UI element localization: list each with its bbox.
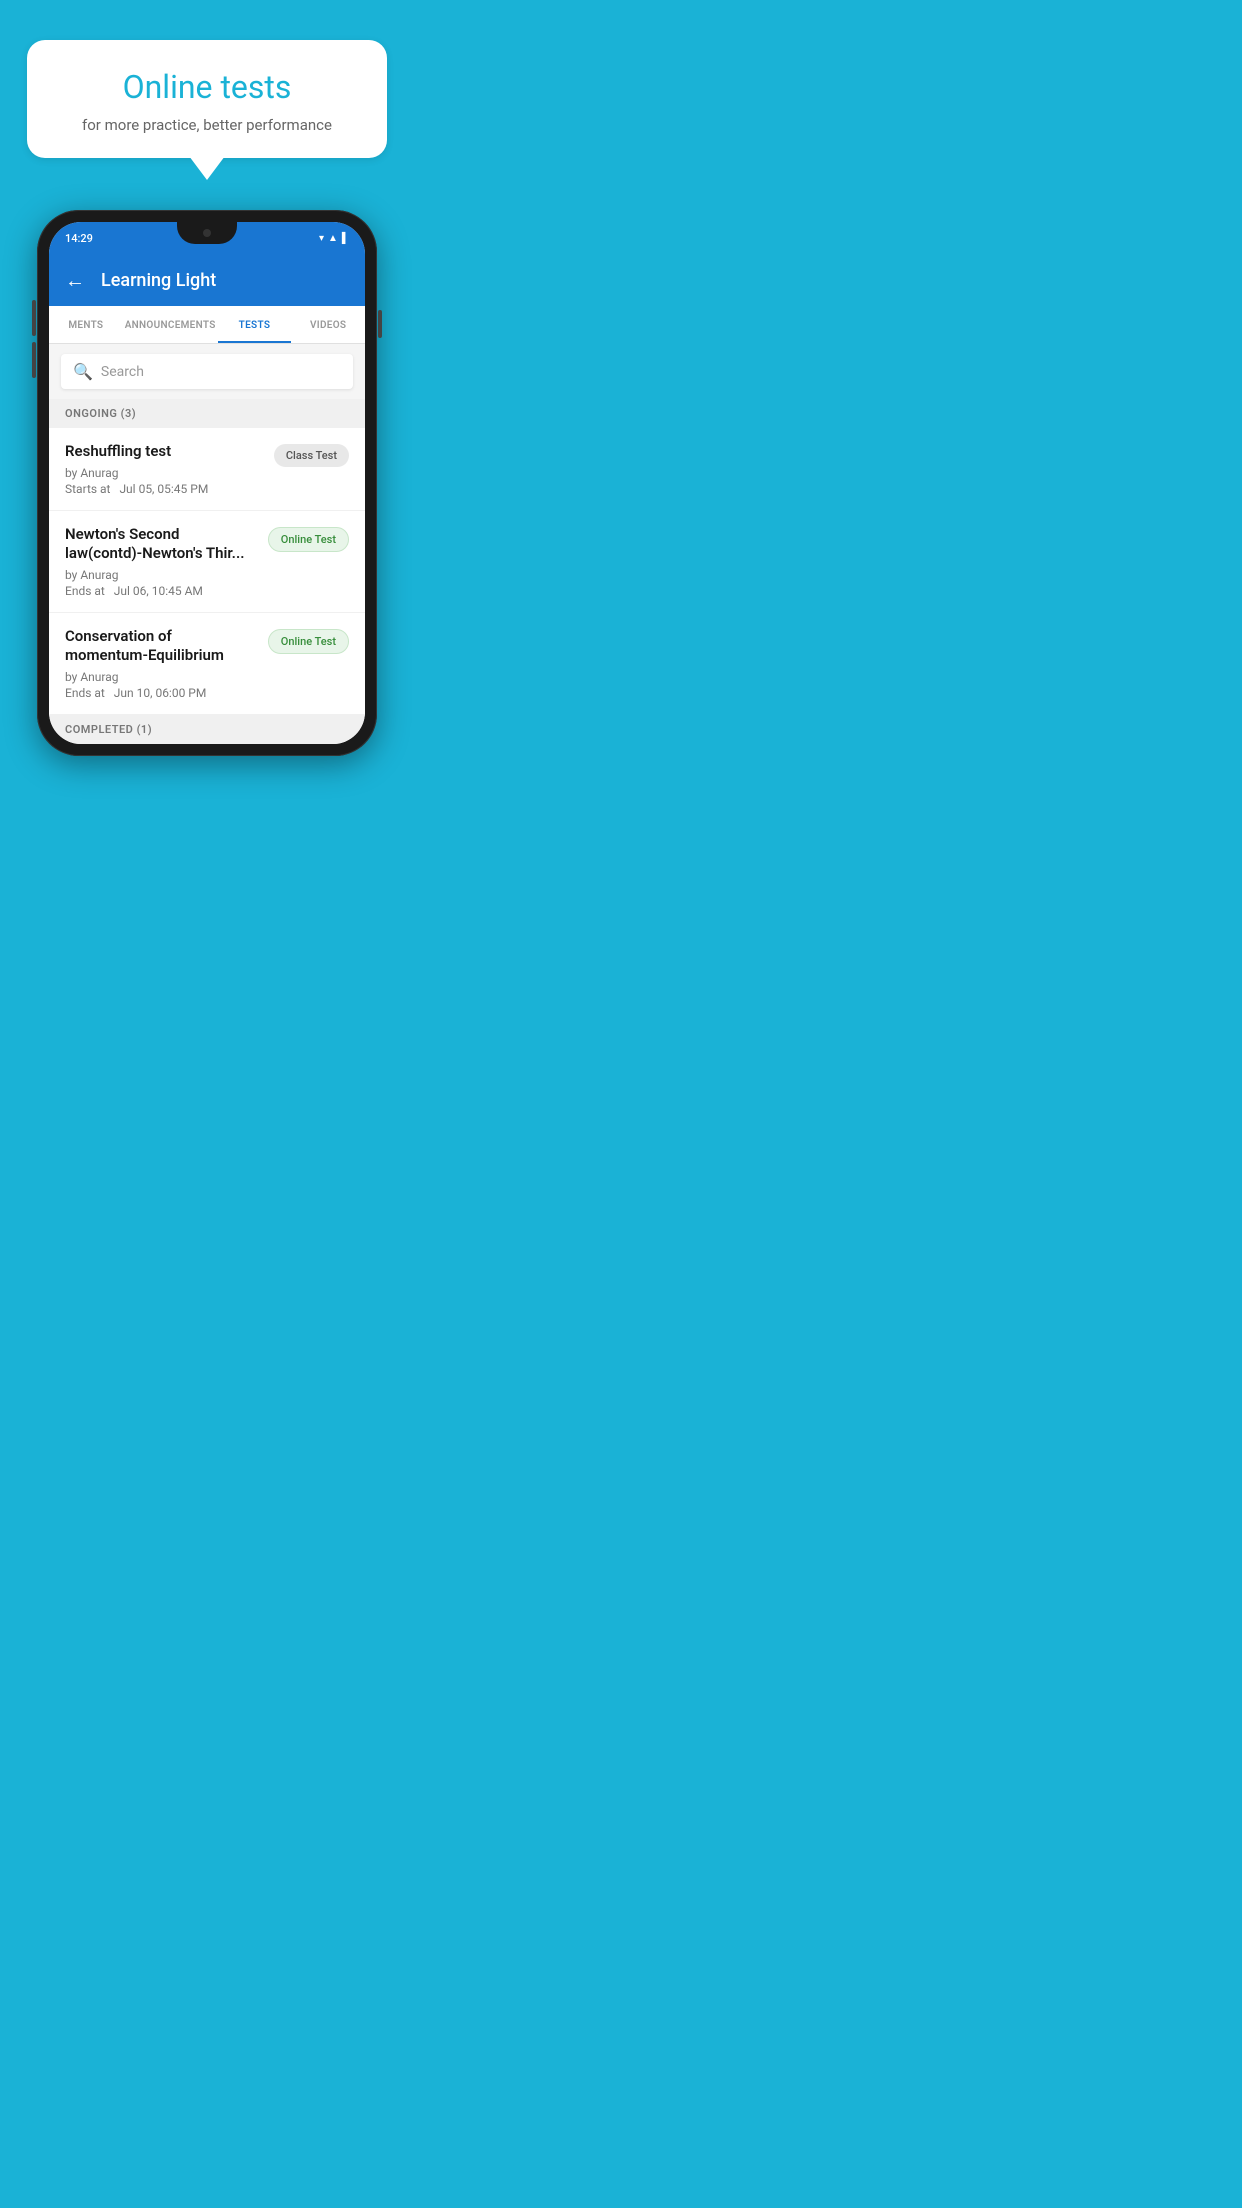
status-icons: ▾ ▲ ▌	[319, 233, 349, 244]
power-button	[378, 310, 382, 338]
test-name-newton: Newton's Second law(contd)-Newton's Thir…	[65, 525, 256, 564]
search-icon: 🔍	[73, 362, 93, 381]
back-button[interactable]: ←	[65, 268, 85, 293]
notch	[177, 222, 237, 244]
promo-section: Online tests for more practice, better p…	[0, 0, 414, 158]
test-name-reshuffling: Reshuffling test	[65, 442, 262, 462]
test-item-newton[interactable]: Newton's Second law(contd)-Newton's Thir…	[49, 511, 365, 613]
search-placeholder: Search	[101, 364, 144, 380]
online-test-badge-conservation: Online Test	[268, 629, 349, 654]
test-time-conservation: Ends at Jun 10, 06:00 PM	[65, 686, 256, 700]
phone-mockup: 14:29 ▾ ▲ ▌ ← Learning Light MENTS	[37, 210, 377, 756]
wifi-icon: ▾	[319, 233, 324, 244]
phone-outer: 14:29 ▾ ▲ ▌ ← Learning Light MENTS	[37, 210, 377, 756]
class-test-badge-reshuffling: Class Test	[274, 444, 349, 467]
status-bar: 14:29 ▾ ▲ ▌	[49, 222, 365, 254]
test-time-reshuffling: Starts at Jul 05, 05:45 PM	[65, 482, 262, 496]
search-container: 🔍 Search	[49, 344, 365, 399]
tab-announcements[interactable]: ANNOUNCEMENTS	[123, 306, 218, 343]
test-info-newton: Newton's Second law(contd)-Newton's Thir…	[65, 525, 268, 598]
test-item-conservation[interactable]: Conservation of momentum-Equilibrium by …	[49, 613, 365, 715]
bubble-subtitle: for more practice, better performance	[59, 116, 355, 134]
test-info-conservation: Conservation of momentum-Equilibrium by …	[65, 627, 268, 700]
tab-ments[interactable]: MENTS	[49, 306, 123, 343]
app-title: Learning Light	[101, 270, 216, 291]
ongoing-section-label: ONGOING (3)	[49, 399, 365, 428]
test-info-reshuffling: Reshuffling test by Anurag Starts at Jul…	[65, 442, 274, 496]
app-bar: ← Learning Light	[49, 254, 365, 306]
volume-buttons	[32, 300, 36, 378]
test-author-conservation: by Anurag	[65, 670, 256, 684]
signal-icon: ▲	[328, 233, 338, 244]
tab-videos[interactable]: VIDEOS	[291, 306, 365, 343]
test-item-reshuffling[interactable]: Reshuffling test by Anurag Starts at Jul…	[49, 428, 365, 511]
completed-section-label: COMPLETED (1)	[49, 715, 365, 744]
test-time-newton: Ends at Jul 06, 10:45 AM	[65, 584, 256, 598]
test-author-newton: by Anurag	[65, 568, 256, 582]
speech-bubble: Online tests for more practice, better p…	[27, 40, 387, 158]
status-time: 14:29	[65, 232, 93, 245]
test-name-conservation: Conservation of momentum-Equilibrium	[65, 627, 256, 666]
phone-screen: 14:29 ▾ ▲ ▌ ← Learning Light MENTS	[49, 222, 365, 744]
camera	[203, 229, 211, 237]
online-test-badge-newton: Online Test	[268, 527, 349, 552]
tab-bar: MENTS ANNOUNCEMENTS TESTS VIDEOS	[49, 306, 365, 344]
bubble-title: Online tests	[59, 68, 355, 106]
test-list: Reshuffling test by Anurag Starts at Jul…	[49, 428, 365, 715]
battery-icon: ▌	[342, 233, 349, 244]
test-author-reshuffling: by Anurag	[65, 466, 262, 480]
tab-tests[interactable]: TESTS	[218, 306, 292, 343]
search-bar[interactable]: 🔍 Search	[61, 354, 353, 389]
